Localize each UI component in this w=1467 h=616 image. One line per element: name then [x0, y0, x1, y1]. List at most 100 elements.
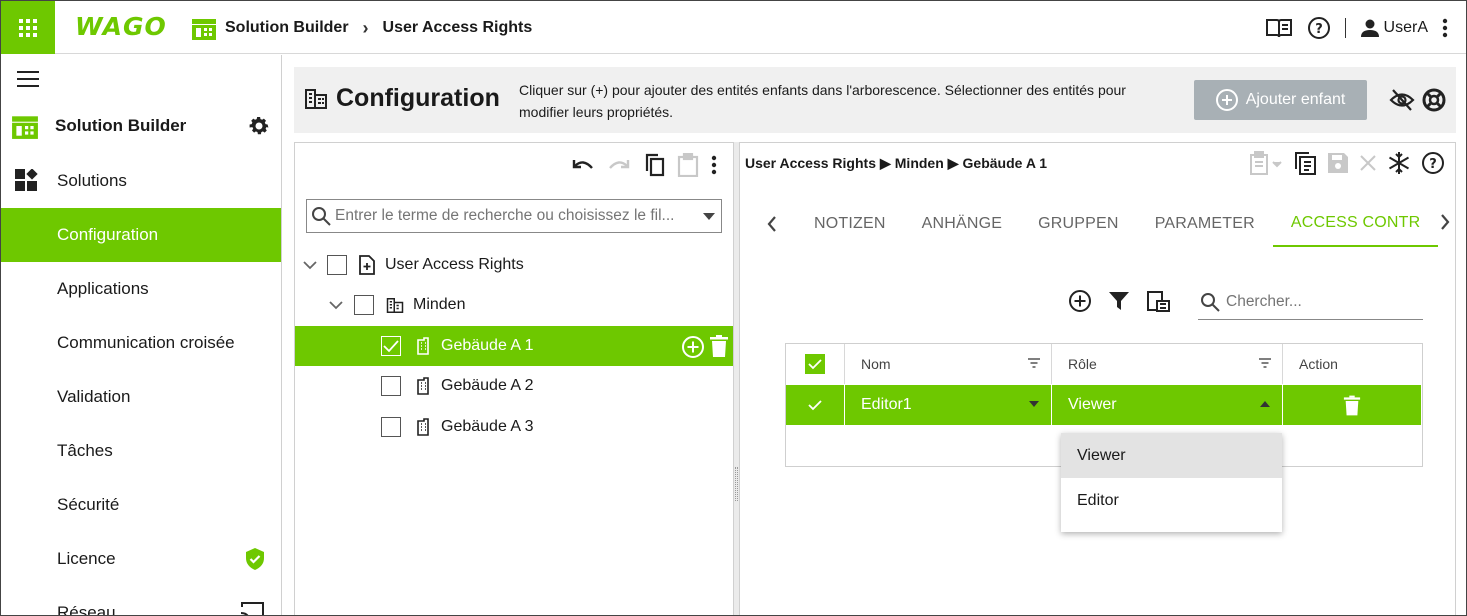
header-select-all[interactable]: [786, 344, 845, 384]
table-search-field[interactable]: [1198, 285, 1423, 320]
copy-properties-icon[interactable]: [1293, 151, 1317, 175]
sidebar-item-label: Réseau: [57, 603, 116, 616]
chevron-down-icon[interactable]: [301, 260, 319, 270]
sidebar-item-taches[interactable]: Tâches: [1, 424, 281, 478]
add-child-button[interactable]: Ajouter enfant: [1194, 80, 1367, 120]
tab-notizen[interactable]: NOTIZEN: [804, 201, 904, 247]
tree-toolbar: [571, 153, 717, 177]
clipboard-dropdown-icon[interactable]: [1249, 151, 1283, 175]
detail-panel: User Access Rights ▶ Minden ▶ Gebäude A …: [739, 142, 1456, 615]
sidebar-item-label: Sécurité: [57, 495, 120, 514]
sidebar-item-reseau[interactable]: Réseau: [1, 586, 281, 616]
tree-row-actions: [681, 335, 729, 359]
caret-down-icon: [1029, 401, 1039, 407]
tree-checkbox[interactable]: [381, 376, 401, 396]
tab-parameter[interactable]: PARAMETER: [1137, 201, 1273, 247]
role-select[interactable]: Viewer: [1052, 385, 1283, 425]
role-option-editor[interactable]: Editor: [1061, 478, 1282, 523]
paste-icon[interactable]: [677, 153, 699, 177]
manual-book-icon[interactable]: [1265, 17, 1293, 39]
copy-icon[interactable]: [643, 153, 665, 177]
tree-node-minden[interactable]: Minden: [295, 285, 733, 325]
help-icon[interactable]: ?: [1421, 151, 1445, 175]
close-icon[interactable]: [1359, 154, 1377, 172]
user-name: UserA: [1383, 19, 1428, 36]
tree-checkbox[interactable]: [354, 295, 374, 315]
more-vert-icon[interactable]: [711, 155, 717, 175]
sidebar-item-licence[interactable]: Licence: [1, 532, 281, 586]
svg-text:?: ?: [1315, 22, 1323, 37]
sidebar: Solution Builder Solutions Configuration…: [1, 55, 282, 616]
tree-node-gebaude-a2[interactable]: Gebäude A 2: [295, 366, 733, 406]
column-header-role[interactable]: Rôle: [1052, 344, 1283, 384]
table-search-input[interactable]: [1226, 293, 1416, 311]
help-icon[interactable]: ?: [1307, 16, 1331, 40]
office-building-icon: [417, 337, 429, 355]
trash-icon[interactable]: [1343, 395, 1361, 416]
tree-node-gebaude-a3[interactable]: Gebäude A 3: [295, 407, 733, 447]
tree-checkbox[interactable]: [381, 336, 401, 356]
trash-icon[interactable]: [709, 335, 729, 357]
sidebar-item-label: Configuration: [57, 225, 159, 244]
undo-icon[interactable]: [571, 156, 595, 174]
tab-scroll-right-icon[interactable]: [1440, 213, 1450, 235]
app-launcher-button[interactable]: [1, 1, 55, 54]
tree-node-gebaude-a1[interactable]: Gebäude A 1: [295, 326, 733, 366]
sidebar-item-validation[interactable]: Validation: [1, 370, 281, 424]
caret-up-icon: [1260, 401, 1270, 407]
user-menu[interactable]: UserA: [1360, 18, 1428, 38]
gear-icon[interactable]: [247, 114, 271, 138]
path-segment: Minden: [894, 155, 944, 171]
select-all-checkbox[interactable]: [805, 354, 825, 374]
name-select[interactable]: Editor1: [845, 385, 1052, 425]
more-vert-icon[interactable]: [1442, 18, 1448, 38]
tree-search-field[interactable]: [306, 199, 722, 233]
column-header-name[interactable]: Nom: [845, 344, 1052, 384]
breadcrumb-solution-builder[interactable]: Solution Builder: [225, 19, 349, 37]
sidebar-item-solutions[interactable]: Solutions: [1, 154, 281, 208]
add-circle-icon[interactable]: [1068, 289, 1092, 313]
tree-search-input[interactable]: [335, 207, 697, 225]
column-chooser-icon[interactable]: [1146, 289, 1172, 313]
tree-checkbox[interactable]: [327, 255, 347, 275]
sidebar-item-securite[interactable]: Sécurité: [1, 478, 281, 532]
tab-scroll-left-icon[interactable]: [740, 216, 804, 232]
tab-gruppen[interactable]: GRUPPEN: [1020, 201, 1137, 247]
sidebar-item-applications[interactable]: Applications: [1, 262, 281, 316]
table-header-row: Nom Rôle Action: [786, 344, 1422, 384]
snowflake-icon[interactable]: [1387, 151, 1411, 175]
role-dropdown-menu: Viewer Editor: [1061, 433, 1282, 532]
sidebar-item-configuration[interactable]: Configuration: [1, 208, 281, 262]
role-option-viewer[interactable]: Viewer: [1061, 433, 1282, 478]
splitter-grip-icon[interactable]: [735, 467, 738, 501]
chevron-down-icon[interactable]: [327, 300, 345, 310]
check-icon: [808, 400, 822, 411]
dropdown-arrow-icon[interactable]: [697, 212, 721, 220]
building-icon: [386, 297, 404, 313]
column-header-label: Nom: [861, 356, 891, 372]
entity-path: User Access Rights ▶ Minden ▶ Gebäude A …: [745, 155, 1047, 172]
tab-access-control[interactable]: ACCESS CONTR: [1272, 201, 1439, 247]
row-checkbox[interactable]: [786, 385, 845, 425]
column-filter-icon[interactable]: [1258, 357, 1272, 369]
lifebuoy-icon[interactable]: [1422, 88, 1446, 112]
menu-icon[interactable]: [17, 71, 39, 87]
search-icon: [1201, 293, 1220, 312]
column-filter-icon[interactable]: [1027, 357, 1041, 369]
filter-icon[interactable]: [1108, 291, 1130, 311]
visibility-off-icon[interactable]: [1389, 89, 1415, 111]
tree-checkbox[interactable]: [381, 417, 401, 437]
add-circle-icon[interactable]: [681, 335, 705, 359]
sidebar-nav: Solutions Configuration Applications Com…: [1, 154, 281, 616]
shield-check-icon: [246, 548, 264, 570]
tree-node-user-access-rights[interactable]: User Access Rights: [295, 245, 733, 285]
save-icon[interactable]: [1327, 152, 1349, 174]
table-row[interactable]: Editor1 Viewer: [786, 385, 1422, 425]
user-icon: [1360, 19, 1379, 37]
redo-icon[interactable]: [607, 156, 631, 174]
sidebar-item-communication[interactable]: Communication croisée: [1, 316, 281, 370]
tab-anhange[interactable]: ANHÄNGE: [904, 201, 1021, 247]
wago-logo: WAGO: [75, 12, 167, 41]
page-title: Configuration: [304, 84, 500, 113]
app-window: WAGO Solution Builder › User Access Righ…: [0, 0, 1467, 616]
